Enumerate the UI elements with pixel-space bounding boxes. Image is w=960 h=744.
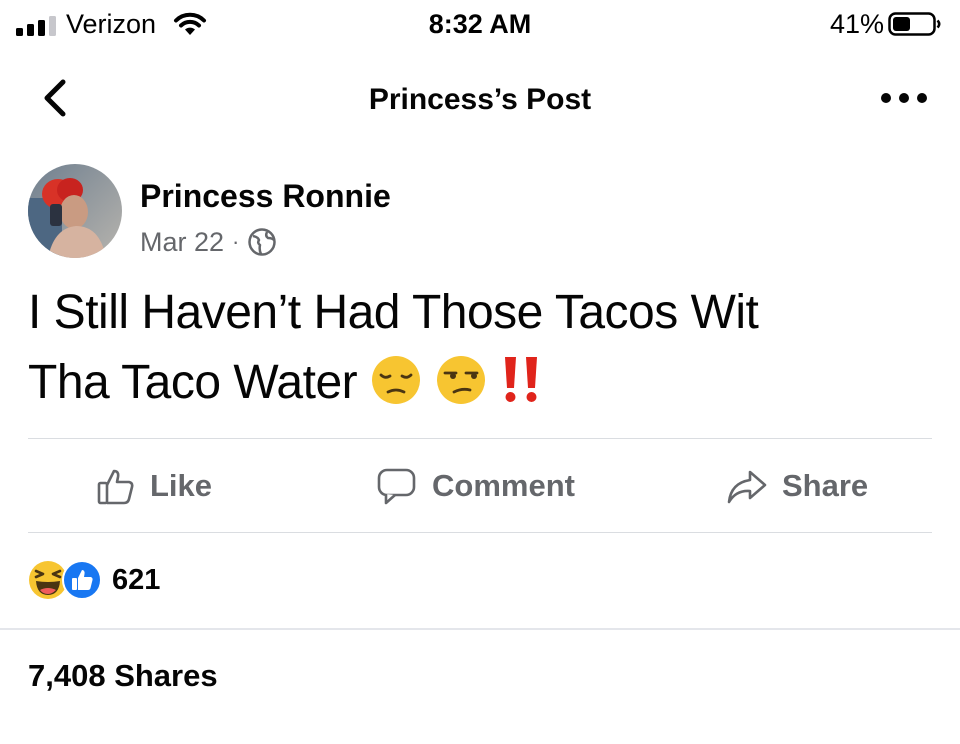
double-exclamation-emoji bbox=[500, 354, 544, 406]
post-text-line-2-text: Tha Taco Water bbox=[28, 356, 358, 409]
meta-separator: · bbox=[232, 229, 240, 254]
page-title: Princess’s Post bbox=[368, 83, 592, 116]
divider-bottom bbox=[28, 532, 932, 533]
post-text-line-1: I Still Haven’t Had Those Tacos Wit bbox=[28, 286, 759, 339]
post-screen: Verizon 8:32 AM 41% Princess’s Post Prin… bbox=[0, 0, 960, 744]
thumbs-up-icon bbox=[97, 469, 134, 505]
comment-icon bbox=[377, 468, 416, 505]
author-name[interactable]: Princess Ronnie bbox=[140, 176, 391, 216]
avatar-image bbox=[28, 164, 122, 258]
reaction-count: 621 bbox=[112, 563, 161, 596]
comment-label: Comment bbox=[432, 468, 575, 503]
section-separator bbox=[0, 628, 960, 630]
battery-percent: 41% bbox=[829, 9, 884, 39]
share-button[interactable]: Share bbox=[726, 464, 868, 508]
avatar[interactable] bbox=[28, 164, 122, 258]
reactions-summary[interactable]: 621 bbox=[28, 558, 160, 602]
comment-button[interactable]: Comment bbox=[376, 464, 575, 508]
post-date[interactable]: Mar 22 bbox=[140, 227, 224, 258]
battery-icon bbox=[888, 12, 941, 36]
more-dots-icon[interactable] bbox=[878, 82, 930, 114]
nav-bar: Princess’s Post bbox=[0, 62, 960, 138]
like-button[interactable]: Like bbox=[96, 464, 212, 508]
divider-top bbox=[28, 438, 932, 439]
unamused-face-emoji bbox=[435, 354, 487, 406]
status-time: 8:32 AM bbox=[428, 9, 532, 39]
globe-icon bbox=[248, 228, 277, 256]
like-reaction-icon bbox=[62, 560, 102, 600]
status-bar: Verizon 8:32 AM 41% bbox=[0, 0, 960, 48]
like-label: Like bbox=[150, 468, 213, 503]
pensive-face-emoji bbox=[370, 354, 422, 406]
post-text: I Still Haven’t Had Those Tacos Wit Tha … bbox=[28, 278, 928, 418]
share-label: Share bbox=[782, 468, 869, 503]
shares-count[interactable]: 7,408 Shares bbox=[28, 656, 218, 696]
share-arrow-icon bbox=[727, 470, 767, 504]
post-meta: Mar 22 · bbox=[140, 224, 277, 260]
post-text-line-2: Tha Taco Water bbox=[28, 348, 928, 418]
action-bar: Like Comment Share bbox=[0, 440, 960, 532]
